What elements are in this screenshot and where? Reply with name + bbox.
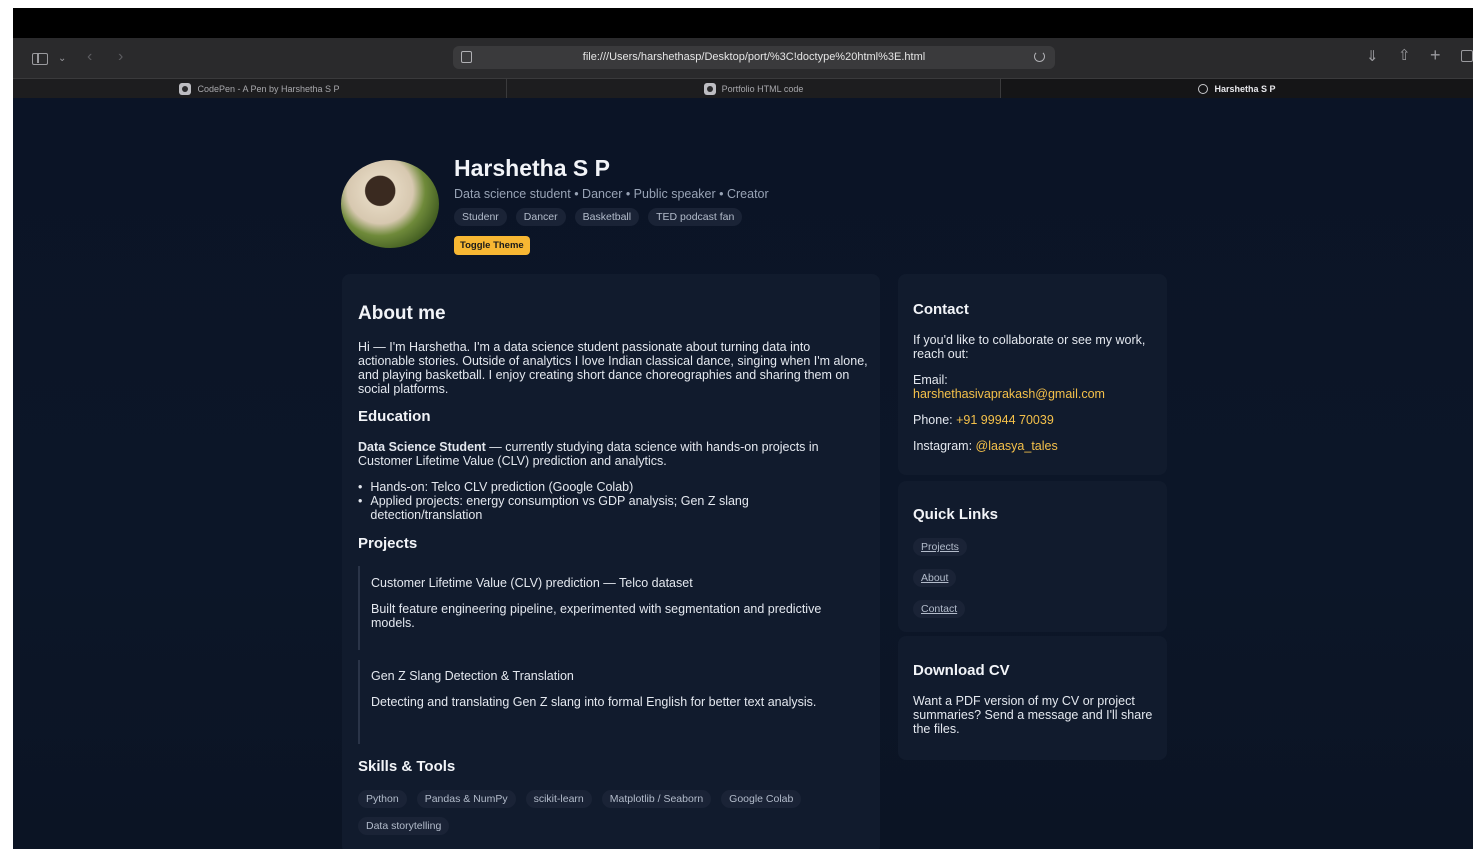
contact-intro: If you'd like to collaborate or see my w… — [913, 333, 1146, 361]
address-bar[interactable]: file:///Users/harshethasp/Desktop/port/%… — [453, 46, 1055, 69]
profile-name: Harshetha S P — [454, 155, 610, 181]
quick-link-projects[interactable]: Projects — [913, 538, 967, 556]
tab-harshetha[interactable]: Harshetha S P — [1001, 79, 1473, 98]
tab-portfolio-html-code[interactable]: Portfolio HTML code — [507, 79, 1000, 98]
chevron-down-icon[interactable]: ⌄ — [58, 52, 66, 66]
new-tab-icon[interactable]: + — [1430, 46, 1441, 64]
project-item: Customer Lifetime Value (CLV) prediction… — [358, 566, 848, 650]
quick-link-about[interactable]: About — [913, 569, 957, 587]
contact-instagram: Instagram: @laasya_tales — [913, 439, 1058, 453]
education-degree: Data Science Student — [358, 440, 486, 454]
phone-link[interactable]: +91 99944 70039 — [956, 413, 1054, 427]
download-icon[interactable]: ⇓ — [1366, 49, 1379, 64]
codepen-icon — [179, 82, 192, 95]
back-icon[interactable]: ‹ — [87, 49, 92, 65]
forward-icon[interactable]: › — [118, 49, 123, 65]
about-heading: About me — [358, 303, 446, 324]
skill-chip: Google Colab — [721, 790, 802, 808]
skill-chip: Python — [358, 790, 407, 808]
education-text: Data Science Student — currently studyin… — [358, 440, 828, 468]
skills-list: Python Pandas & NumPy scikit-learn Matpl… — [358, 790, 868, 835]
project-desc: Detecting and translating Gen Z slang in… — [371, 695, 817, 709]
url-text[interactable]: file:///Users/harshethasp/Desktop/port/%… — [453, 51, 1055, 63]
contact-heading: Contact — [913, 301, 969, 318]
quick-links-heading: Quick Links — [913, 506, 999, 523]
project-title: Gen Z Slang Detection & Translation — [371, 669, 574, 683]
phone-label: Phone: — [913, 413, 953, 427]
project-item: Gen Z Slang Detection & Translation Dete… — [358, 660, 848, 744]
project-desc: Built feature engineering pipeline, expe… — [371, 602, 822, 630]
tab-codepen[interactable]: CodePen - A Pen by Harshetha S P — [13, 79, 506, 98]
profile-tags: Studenr Dancer Basketball TED podcast fa… — [454, 208, 743, 226]
contact-card: Contact If you'd like to collaborate or … — [898, 274, 1167, 475]
avatar — [341, 160, 439, 248]
list-item: • Applied projects: energy consumption vs… — [358, 494, 749, 522]
projects-heading: Projects — [358, 535, 418, 552]
contact-email: Email: harshethasivaprakash@gmail.com — [913, 373, 1158, 401]
download-cv-card: Download CV Want a PDF version of my CV … — [898, 636, 1167, 760]
browser-window: ⌄ ‹ › file:///Users/harshethasp/Desktop/… — [13, 8, 1473, 849]
email-link[interactable]: harshethasivaprakash@gmail.com — [913, 387, 1105, 401]
skill-chip: scikit-learn — [525, 790, 592, 808]
share-icon[interactable]: ⇧ — [1398, 48, 1411, 63]
tab-overview-icon[interactable] — [1461, 50, 1473, 62]
tab-label: CodePen - A Pen by Harshetha S P — [197, 83, 340, 94]
toggle-theme-button[interactable]: Toggle Theme — [454, 236, 530, 255]
quick-links-card: Quick Links Projects About Contact — [898, 481, 1167, 632]
instagram-link[interactable]: @laasya_tales — [976, 439, 1058, 453]
download-cv-heading: Download CV — [913, 662, 1010, 679]
quick-link-contact[interactable]: Contact — [913, 600, 966, 618]
email-label: Email: — [913, 373, 948, 387]
browser-toolbar: ⌄ ‹ › file:///Users/harshethasp/Desktop/… — [13, 38, 1473, 78]
tab-label: Harshetha S P — [1214, 83, 1276, 94]
contact-phone: Phone: +91 99944 70039 — [913, 413, 1054, 427]
list-item: • Hands-on: Telco CLV prediction (Google … — [358, 480, 634, 494]
download-cv-text: Want a PDF version of my CV or project s… — [913, 694, 1153, 736]
about-text: Hi — I'm Harshetha. I'm a data science s… — [358, 340, 868, 396]
education-bullets: • Hands-on: Telco CLV prediction (Google … — [358, 480, 828, 522]
tab-strip: CodePen - A Pen by Harshetha S P Portfol… — [13, 78, 1473, 98]
chatgpt-icon — [703, 82, 716, 95]
title-bar — [13, 8, 1473, 38]
sidebar-toggle-icon[interactable] — [32, 53, 48, 65]
portfolio-page: Harshetha S P Data science student • Dan… — [13, 98, 1473, 849]
tag-chip: Dancer — [515, 208, 566, 226]
education-heading: Education — [358, 408, 431, 425]
tab-label: Portfolio HTML code — [721, 83, 804, 94]
tag-chip: Basketball — [574, 208, 640, 226]
skills-heading: Skills & Tools — [358, 758, 456, 775]
main-card: About me Hi — I'm Harshetha. I'm a data … — [342, 274, 880, 849]
compass-icon — [1198, 83, 1209, 94]
project-title: Customer Lifetime Value (CLV) prediction… — [371, 576, 693, 590]
tag-chip: Studenr — [454, 208, 507, 226]
profile-tagline: Data science student • Dancer • Public s… — [454, 187, 769, 201]
tag-chip: TED podcast fan — [648, 208, 743, 226]
reload-icon[interactable] — [1034, 51, 1045, 62]
skill-chip: Data storytelling — [358, 817, 450, 835]
instagram-label: Instagram: — [913, 439, 973, 453]
skill-chip: Matplotlib / Seaborn — [601, 790, 712, 808]
skill-chip: Pandas & NumPy — [416, 790, 516, 808]
